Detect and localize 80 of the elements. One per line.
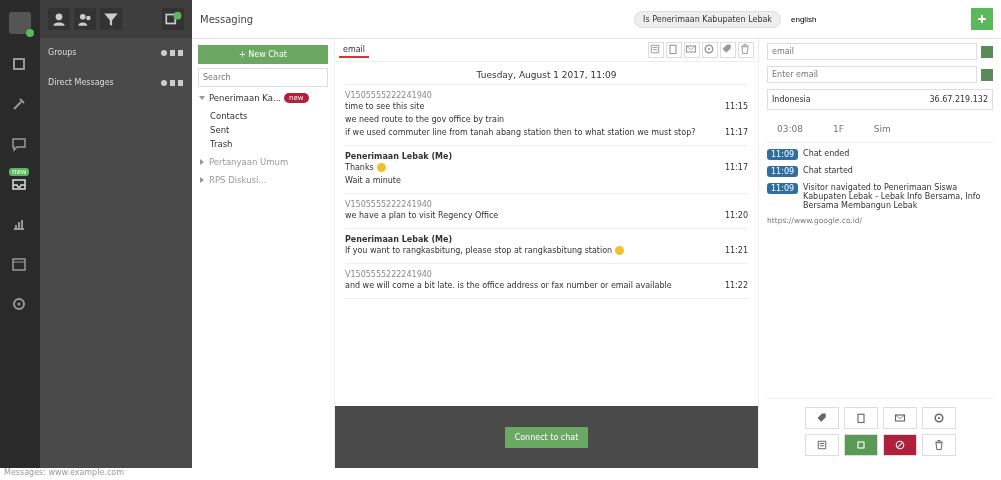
group-actions-icon[interactable] [160, 48, 184, 58]
event-text: Visitor navigated to Penerimaan Siswa Kabupaten Lebak - Lebak Info Bersama, Info Bersama Membangun Lebak [803, 183, 982, 210]
message-text: we have a plan to visit Regency Office [345, 211, 499, 220]
time-badge: 11:09 [767, 166, 799, 177]
calendar-icon[interactable] [11, 256, 29, 274]
stat-value: 1F [832, 124, 844, 134]
ip-address: 36.67.219.132 [929, 95, 988, 104]
clipboard-button[interactable] [843, 407, 878, 429]
message-time: 11:21 [724, 246, 748, 255]
status-text: Messages: www.example.com [3, 468, 125, 479]
caret-icon[interactable] [198, 176, 206, 184]
message-author: V1505555222241940 [345, 270, 433, 279]
save-button[interactable] [981, 68, 993, 81]
time-badge: 11:09 [767, 183, 799, 194]
email-field[interactable]: Enter email [767, 66, 977, 83]
users-icon[interactable] [74, 8, 96, 30]
stat-value: 03:08 [777, 124, 803, 134]
time-badge: 11:09 [767, 149, 799, 160]
message-text: we need route to the gov office by train [345, 115, 505, 124]
message-author: Penerimaan Lebak (Me) [345, 152, 454, 161]
message-text: if we used commuter line from tanah abang station then to what station we must stop? [345, 128, 696, 137]
panel-label[interactable]: Direct Messages [48, 78, 114, 88]
block-icon [893, 439, 906, 451]
message-author: V1505555222241940 [345, 91, 433, 100]
note-button[interactable] [804, 434, 839, 456]
department-chip[interactable]: Is Penerimaan Kabupaten Lebak [634, 10, 781, 28]
message-time: 11:17 [724, 128, 748, 137]
message-text: Wait a minute [345, 176, 401, 185]
tree-item[interactable]: Trash [210, 137, 328, 151]
stat-value: Sim [873, 124, 891, 134]
tag-icon[interactable] [720, 42, 736, 58]
message-author: V1505555222241940 [345, 200, 433, 209]
trash-button[interactable] [921, 434, 956, 456]
email-field[interactable]: email [767, 43, 977, 60]
tag-icon [815, 412, 828, 424]
square-button[interactable] [843, 434, 878, 456]
mail-button[interactable] [882, 407, 917, 429]
message-time: 11:22 [724, 281, 748, 290]
message-time: 11:17 [724, 163, 748, 172]
filter-icon[interactable] [100, 8, 122, 30]
message-text: Thanks [345, 163, 374, 172]
trash-icon[interactable] [738, 42, 754, 58]
add-chat-icon[interactable] [162, 8, 184, 30]
message-text: If you want to rangkasbitung, please stop at rangkasbitung station [345, 246, 613, 255]
panel-label[interactable]: Groups [48, 48, 77, 58]
tag-button[interactable] [804, 407, 839, 429]
chat-icon[interactable] [11, 136, 29, 154]
plus-icon [977, 14, 987, 24]
note-icon[interactable] [648, 42, 664, 58]
message-time: 11:15 [724, 102, 748, 111]
group-actions-icon[interactable] [160, 78, 184, 88]
mail-icon [893, 412, 906, 424]
logo-icon[interactable] [9, 12, 31, 34]
mail-icon[interactable] [684, 42, 700, 58]
user-icon[interactable] [48, 8, 70, 30]
message-text: and we will come a bit late. is the office address or fax number or email available [345, 281, 672, 290]
block-button[interactable] [882, 434, 917, 456]
chat-tab[interactable]: email [339, 42, 370, 58]
page-title: Messaging [200, 13, 254, 25]
country-label: Indonesia [772, 95, 811, 104]
caret-icon[interactable] [198, 158, 206, 166]
clipboard-icon [854, 412, 867, 424]
event-text: Chat started [803, 166, 853, 175]
tree-item[interactable]: Sent [210, 123, 328, 137]
tree-item[interactable]: Penerimaan Ka... [209, 93, 282, 103]
tree-item[interactable]: Contacts [210, 109, 328, 123]
date-header: Tuesday, August 1 2017, 11:09 [345, 66, 748, 85]
save-button[interactable] [981, 45, 993, 58]
message-time: 11:20 [724, 211, 748, 220]
search-field[interactable]: Search [198, 68, 328, 87]
add-button[interactable] [971, 8, 993, 30]
message-text: time to see this site [345, 102, 425, 111]
note-icon [815, 439, 828, 451]
trash-icon [932, 439, 945, 451]
clipboard-icon[interactable] [666, 42, 682, 58]
square-icon [854, 439, 867, 451]
settings-button[interactable] [921, 407, 956, 429]
event-text: Chat ended [803, 149, 850, 158]
caret-icon[interactable] [198, 94, 206, 102]
message-author: Penerimaan Lebak (Me) [345, 235, 454, 244]
